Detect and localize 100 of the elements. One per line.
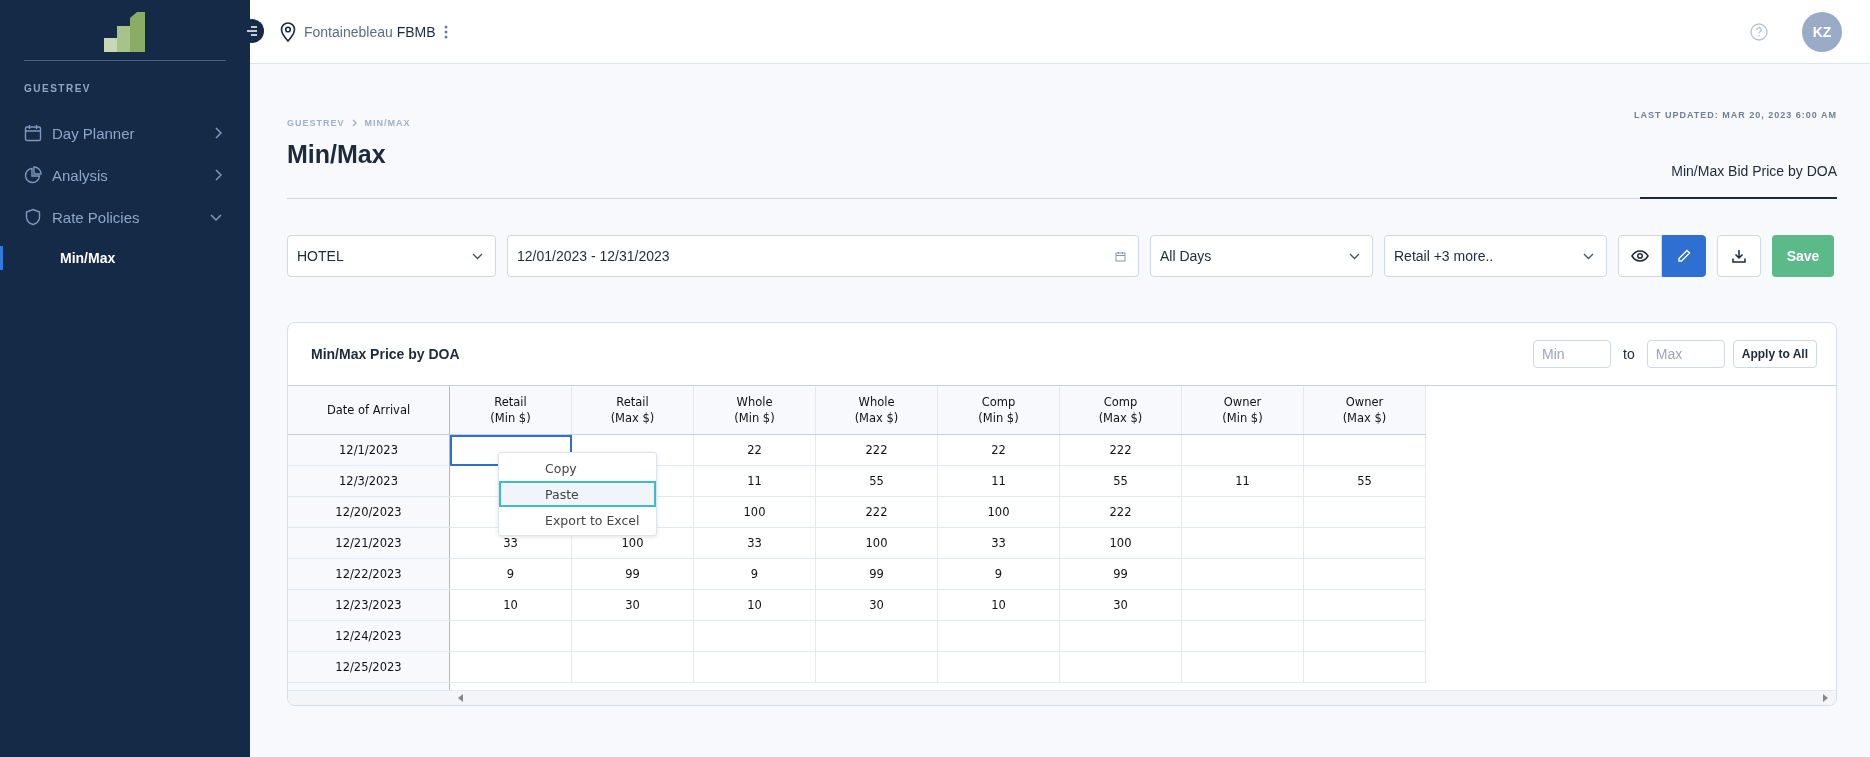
table-cell[interactable] — [1181, 558, 1304, 590]
sidebar-label: Day Planner — [52, 124, 136, 142]
table-cell[interactable] — [571, 620, 694, 652]
table-cell[interactable] — [1303, 620, 1426, 652]
table-cell[interactable]: 100 — [693, 496, 816, 528]
table-cell[interactable]: 22 — [693, 434, 816, 466]
date-cell[interactable]: 12/23/2023 — [288, 589, 450, 621]
column-header: Retail (Min $) — [449, 386, 572, 435]
menu-item[interactable]: Copy — [499, 455, 656, 481]
table-cell[interactable] — [693, 651, 816, 683]
table-cell[interactable] — [815, 620, 938, 652]
table-cell[interactable]: 22 — [937, 434, 1060, 466]
table-cell[interactable] — [937, 651, 1060, 683]
more-icon[interactable] — [443, 23, 448, 40]
days-select[interactable]: All Days — [1150, 235, 1373, 277]
date-cell[interactable]: 12/25/2023 — [288, 651, 450, 683]
table-cell[interactable] — [449, 620, 572, 652]
table-cell[interactable] — [1181, 620, 1304, 652]
table-cell[interactable]: 99 — [571, 558, 694, 590]
column-header: Whole (Max $) — [815, 386, 938, 435]
table-cell[interactable] — [693, 620, 816, 652]
table-cell[interactable]: 222 — [1059, 434, 1182, 466]
table-cell[interactable]: 10 — [449, 589, 572, 621]
column-header: Retail (Max $) — [571, 386, 694, 435]
date-cell[interactable]: 12/20/2023 — [288, 496, 450, 528]
table-cell[interactable]: 100 — [1059, 527, 1182, 559]
horizontal-scrollbar[interactable] — [288, 690, 1836, 705]
table-cell[interactable] — [937, 620, 1060, 652]
table-cell[interactable]: 33 — [693, 527, 816, 559]
table-cell[interactable]: 55 — [1303, 465, 1426, 497]
table-cell[interactable] — [1181, 589, 1304, 621]
calendar-icon — [24, 124, 42, 142]
download-button[interactable] — [1717, 235, 1761, 277]
apply-to-all-button[interactable]: Apply to All — [1732, 340, 1817, 368]
table-cell[interactable]: 100 — [815, 527, 938, 559]
tab[interactable]: Min/Max Bid Price by DOA — [1640, 163, 1837, 199]
rate-type-select[interactable]: Retail +3 more.. — [1384, 235, 1607, 277]
table-cell[interactable] — [571, 651, 694, 683]
date-cell[interactable]: 12/3/2023 — [288, 465, 450, 497]
column-header: Comp (Min $) — [937, 386, 1060, 435]
table-cell[interactable] — [815, 651, 938, 683]
date-cell[interactable]: 12/21/2023 — [288, 527, 450, 559]
logo-drawing — [104, 12, 146, 52]
column-header: Whole (Min $) — [693, 386, 816, 435]
table-cell[interactable]: 9 — [449, 558, 572, 590]
table-cell[interactable] — [1303, 527, 1426, 559]
table-cell[interactable]: 30 — [1059, 589, 1182, 621]
date-range-field[interactable]: 12/01/2023 - 12/31/2023 — [507, 235, 1139, 277]
table-cell[interactable]: 10 — [693, 589, 816, 621]
table-cell[interactable] — [1059, 651, 1182, 683]
card-title: Min/Max Price by DOA — [311, 346, 461, 362]
chevron-down-icon — [1349, 252, 1360, 260]
table-cell[interactable]: 222 — [815, 496, 938, 528]
table-cell[interactable]: 222 — [1059, 496, 1182, 528]
table-cell[interactable]: 99 — [815, 558, 938, 590]
table-cell[interactable]: 55 — [1059, 465, 1182, 497]
table-cell[interactable]: 10 — [937, 589, 1060, 621]
edit-button[interactable] — [1662, 235, 1706, 277]
table-cell[interactable] — [1181, 527, 1304, 559]
table-cell[interactable]: 11 — [937, 465, 1060, 497]
table-cell[interactable] — [1181, 434, 1304, 466]
menu-item[interactable]: Paste — [499, 481, 656, 507]
table-cell[interactable] — [1303, 496, 1426, 528]
table-cell[interactable]: 55 — [815, 465, 938, 497]
view-button[interactable] — [1618, 235, 1662, 277]
scroll-left-icon[interactable] — [458, 694, 464, 702]
column-header: Comp (Max $) — [1059, 386, 1182, 435]
scroll-right-icon[interactable] — [1822, 694, 1828, 702]
table-cell[interactable] — [449, 651, 572, 683]
date-cell[interactable]: 12/24/2023 — [288, 620, 450, 652]
table-cell[interactable] — [1303, 651, 1426, 683]
column-header: Owner (Max $) — [1303, 386, 1426, 435]
table-cell[interactable] — [1303, 434, 1426, 466]
sidebar-item[interactable]: Analysis — [0, 154, 250, 196]
table-cell[interactable] — [1181, 651, 1304, 683]
table-cell[interactable]: 11 — [693, 465, 816, 497]
table-cell[interactable]: 100 — [937, 496, 1060, 528]
date-cell[interactable]: 12/22/2023 — [288, 558, 450, 590]
table-cell[interactable]: 222 — [815, 434, 938, 466]
table-cell[interactable]: 9 — [937, 558, 1060, 590]
sidebar-item[interactable]: Rate Policies — [0, 196, 250, 238]
table-cell[interactable]: 99 — [1059, 558, 1182, 590]
max-field[interactable]: Max — [1646, 340, 1725, 368]
date-cell[interactable]: 12/1/2023 — [288, 434, 450, 466]
table-cell[interactable] — [1303, 558, 1426, 590]
table-cell[interactable]: 30 — [571, 589, 694, 621]
table-cell[interactable]: 30 — [815, 589, 938, 621]
table-cell[interactable]: 9 — [693, 558, 816, 590]
table-cell[interactable]: 33 — [937, 527, 1060, 559]
table-cell[interactable] — [1181, 496, 1304, 528]
sidebar-subitem[interactable]: Min/Max — [0, 238, 250, 278]
table-cell[interactable] — [449, 434, 572, 466]
help-icon[interactable] — [1750, 22, 1768, 41]
table-cell[interactable] — [1059, 620, 1182, 652]
sidebar-item[interactable]: Day Planner — [0, 112, 250, 154]
min-field[interactable]: Min — [1533, 340, 1612, 368]
table-cell[interactable]: 11 — [1181, 465, 1304, 497]
chevron-down-icon — [1583, 252, 1594, 260]
property-select[interactable]: HOTEL — [287, 235, 496, 277]
table-cell[interactable] — [1303, 589, 1426, 621]
